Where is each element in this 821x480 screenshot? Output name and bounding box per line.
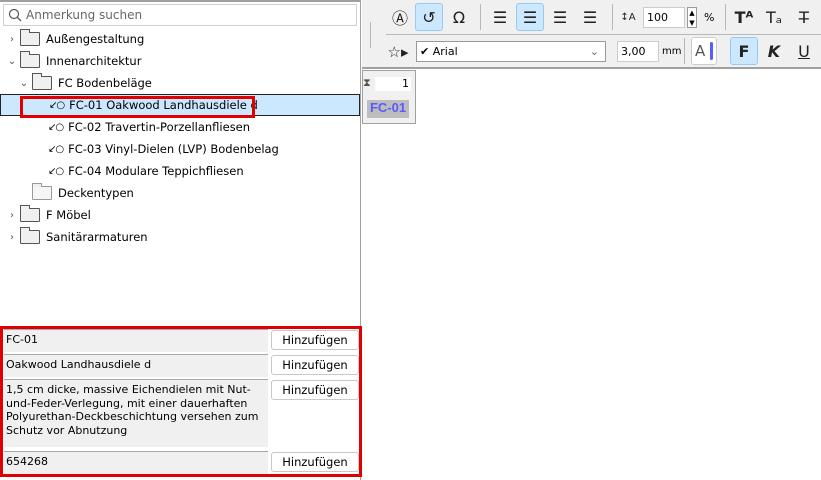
- tree-item-label: FC Bodenbeläge: [58, 76, 152, 90]
- field-value[interactable]: FC-01: [4, 329, 268, 352]
- folder-icon: [20, 227, 40, 244]
- search-placeholder: Anmerkung suchen: [26, 8, 143, 22]
- chevron-right-icon[interactable]: ›: [6, 232, 18, 243]
- folder-icon: [32, 73, 52, 90]
- label-tag: FC-01: [367, 100, 409, 118]
- add-button[interactable]: Hinzufügen: [271, 330, 359, 350]
- leader-icon[interactable]: ↺: [415, 3, 443, 31]
- chevron-down-icon[interactable]: ⌄: [18, 78, 30, 89]
- strikethrough-icon[interactable]: T̶: [790, 3, 818, 31]
- align-left-icon[interactable]: ☰: [486, 3, 514, 31]
- underline-button[interactable]: U: [790, 37, 818, 65]
- field-value[interactable]: 1,5 cm dicke, massive Eichendielen mit N…: [4, 379, 268, 447]
- tree-item-label: F Möbel: [46, 208, 91, 222]
- tree-item[interactable]: ⌄ Innenarchitektur: [0, 50, 360, 72]
- align-right-icon[interactable]: ☰: [546, 3, 574, 31]
- bold-button[interactable]: F: [730, 37, 758, 65]
- folder-icon: [32, 183, 52, 200]
- hourglass-icon: ⧗: [363, 76, 371, 89]
- font-name: Arial: [432, 45, 458, 58]
- add-button[interactable]: Hinzufügen: [271, 452, 359, 472]
- label-count: 1: [375, 77, 411, 91]
- tree-item[interactable]: Deckentypen: [0, 182, 360, 204]
- text-toolbar: Ⓐ ↺ Ω ☰ ☰ ☰ ☰ ↕A 100 ▲ ▼ % Tᴬ Tₐ T̶ ☆▸ ✔ …: [362, 0, 821, 69]
- tree-item-label: Außengestaltung: [46, 32, 145, 46]
- tree-item[interactable]: › F Möbel: [0, 204, 360, 226]
- unit-label: mm: [662, 46, 682, 57]
- percent-label: %: [704, 11, 715, 24]
- search-icon: [8, 8, 22, 22]
- superscript-icon[interactable]: Tᴬ: [730, 3, 758, 31]
- add-button[interactable]: Hinzufügen: [271, 380, 359, 400]
- tree-item[interactable]: ↙○ FC-04 Modulare Teppichfliesen: [0, 160, 360, 182]
- annotation-leader-icon: ↙○: [48, 121, 64, 133]
- folder-icon: [20, 205, 40, 222]
- subscript-icon[interactable]: Tₐ: [760, 3, 788, 31]
- font-size-input[interactable]: 3,00: [617, 41, 659, 62]
- annotation-leader-icon: ↙○: [48, 165, 64, 177]
- tree-item[interactable]: ↙○ FC-03 Vinyl-Dielen (LVP) Bodenbelag: [0, 138, 360, 160]
- fields-panel: FC-01 Hinzufügen Oakwood Landhausdiele d Hi…: [0, 326, 362, 477]
- color-sample: A: [695, 42, 706, 60]
- favorites-star-icon[interactable]: ☆▸: [384, 38, 412, 66]
- font-select[interactable]: ✔ Arial ⌄: [416, 41, 606, 62]
- italic-button[interactable]: K: [760, 37, 788, 65]
- field-value[interactable]: 654268: [4, 451, 268, 474]
- tree-item-label: Innenarchitektur: [46, 54, 142, 68]
- tree-item[interactable]: › Sanitärarmaturen: [0, 226, 360, 248]
- tree-item-label: Sanitärarmaturen: [46, 230, 148, 244]
- tree-item[interactable]: ↙○ FC-02 Travertin-Porzellanfliesen: [0, 116, 360, 138]
- tree-item[interactable]: ⌄ FC Bodenbeläge: [0, 72, 360, 94]
- symbol-omega-icon[interactable]: Ω: [445, 3, 473, 31]
- chevron-down-icon: ⌄: [589, 45, 599, 58]
- search-field[interactable]: Anmerkung suchen: [3, 4, 357, 26]
- align-justify-icon[interactable]: ☰: [576, 3, 604, 31]
- align-center-icon[interactable]: ☰: [516, 3, 544, 31]
- chevron-right-icon[interactable]: ›: [6, 34, 18, 45]
- folder-icon: [20, 51, 40, 68]
- tree-item-label: FC-03 Vinyl-Dielen (LVP) Bodenbelag: [68, 142, 279, 156]
- field-value[interactable]: Oakwood Landhausdiele d: [4, 354, 268, 377]
- tree-item-label: FC-02 Travertin-Porzellanfliesen: [68, 120, 251, 134]
- line-spacing-stepper[interactable]: ▲ ▼: [687, 7, 697, 28]
- line-spacing-icon: ↕A: [620, 11, 636, 23]
- text-color-button[interactable]: A: [691, 37, 717, 65]
- tree-item-label: FC-04 Modulare Teppichfliesen: [68, 164, 244, 178]
- chevron-right-icon[interactable]: ›: [6, 210, 18, 221]
- tree-item[interactable]: › Außengestaltung: [0, 28, 360, 50]
- line-spacing-input[interactable]: 100: [643, 7, 685, 28]
- check-icon: ✔: [420, 45, 430, 58]
- chevron-down-icon[interactable]: ⌄: [6, 56, 18, 67]
- text-rotate-icon[interactable]: Ⓐ: [386, 3, 414, 31]
- selection-highlight: [20, 96, 255, 118]
- add-button[interactable]: Hinzufügen: [271, 355, 359, 375]
- label-preview[interactable]: ⧗ 1 FC-01: [362, 70, 416, 124]
- folder-icon: [20, 29, 40, 46]
- tree-item-label: Deckentypen: [58, 186, 134, 200]
- annotation-leader-icon: ↙○: [48, 143, 64, 155]
